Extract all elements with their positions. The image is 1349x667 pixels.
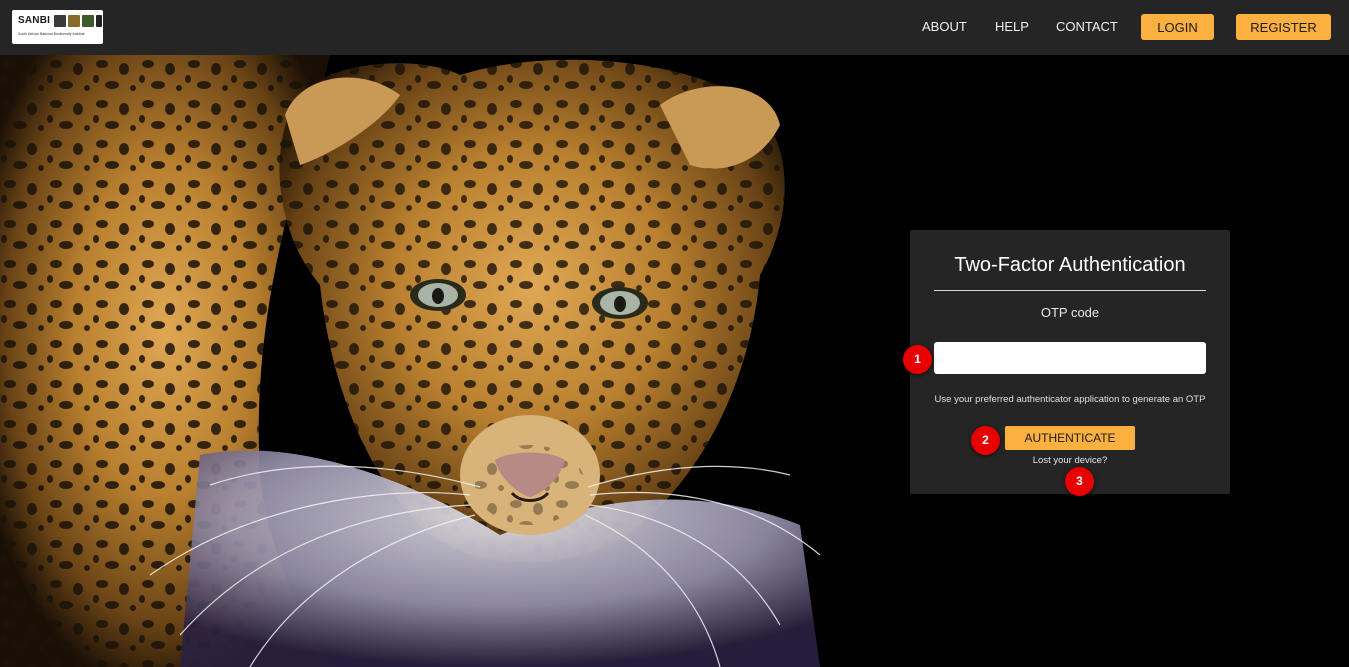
register-button[interactable]: REGISTER [1236, 14, 1331, 40]
step-marker-3: 3 [1065, 467, 1094, 496]
otp-label: OTP code [1040, 305, 1100, 320]
card-title: Two-Factor Authentication [954, 254, 1186, 276]
logo-subtext: South African National Biodiversity Inst… [18, 32, 85, 36]
nav-help-link[interactable]: HELP [995, 19, 1029, 34]
logo-tile-icon [82, 15, 94, 27]
lost-device-link[interactable]: Lost your device? [910, 455, 1230, 466]
nav-about-link[interactable]: ABOUT [922, 19, 967, 34]
logo-tile-icon [96, 15, 102, 27]
otp-help-text: Use your preferred authenticator applica… [934, 394, 1206, 405]
title-divider [934, 290, 1206, 291]
otp-input[interactable] [934, 342, 1206, 374]
logo-tile-icon [68, 15, 80, 27]
nav-contact-link[interactable]: CONTACT [1056, 19, 1118, 34]
authenticate-button[interactable]: AUTHENTICATE [1005, 426, 1135, 450]
two-factor-card: Two-Factor Authentication OTP code Use y… [910, 230, 1230, 494]
sanbi-logo[interactable]: SANBI South African National Biodiversit… [12, 10, 103, 44]
login-button[interactable]: LOGIN [1141, 14, 1214, 40]
logo-tile-icon [54, 15, 66, 27]
logo-text: SANBI [18, 15, 51, 26]
top-navbar: SANBI South African National Biodiversit… [0, 0, 1349, 55]
step-marker-2: 2 [971, 426, 1000, 455]
step-marker-1: 1 [903, 345, 932, 374]
